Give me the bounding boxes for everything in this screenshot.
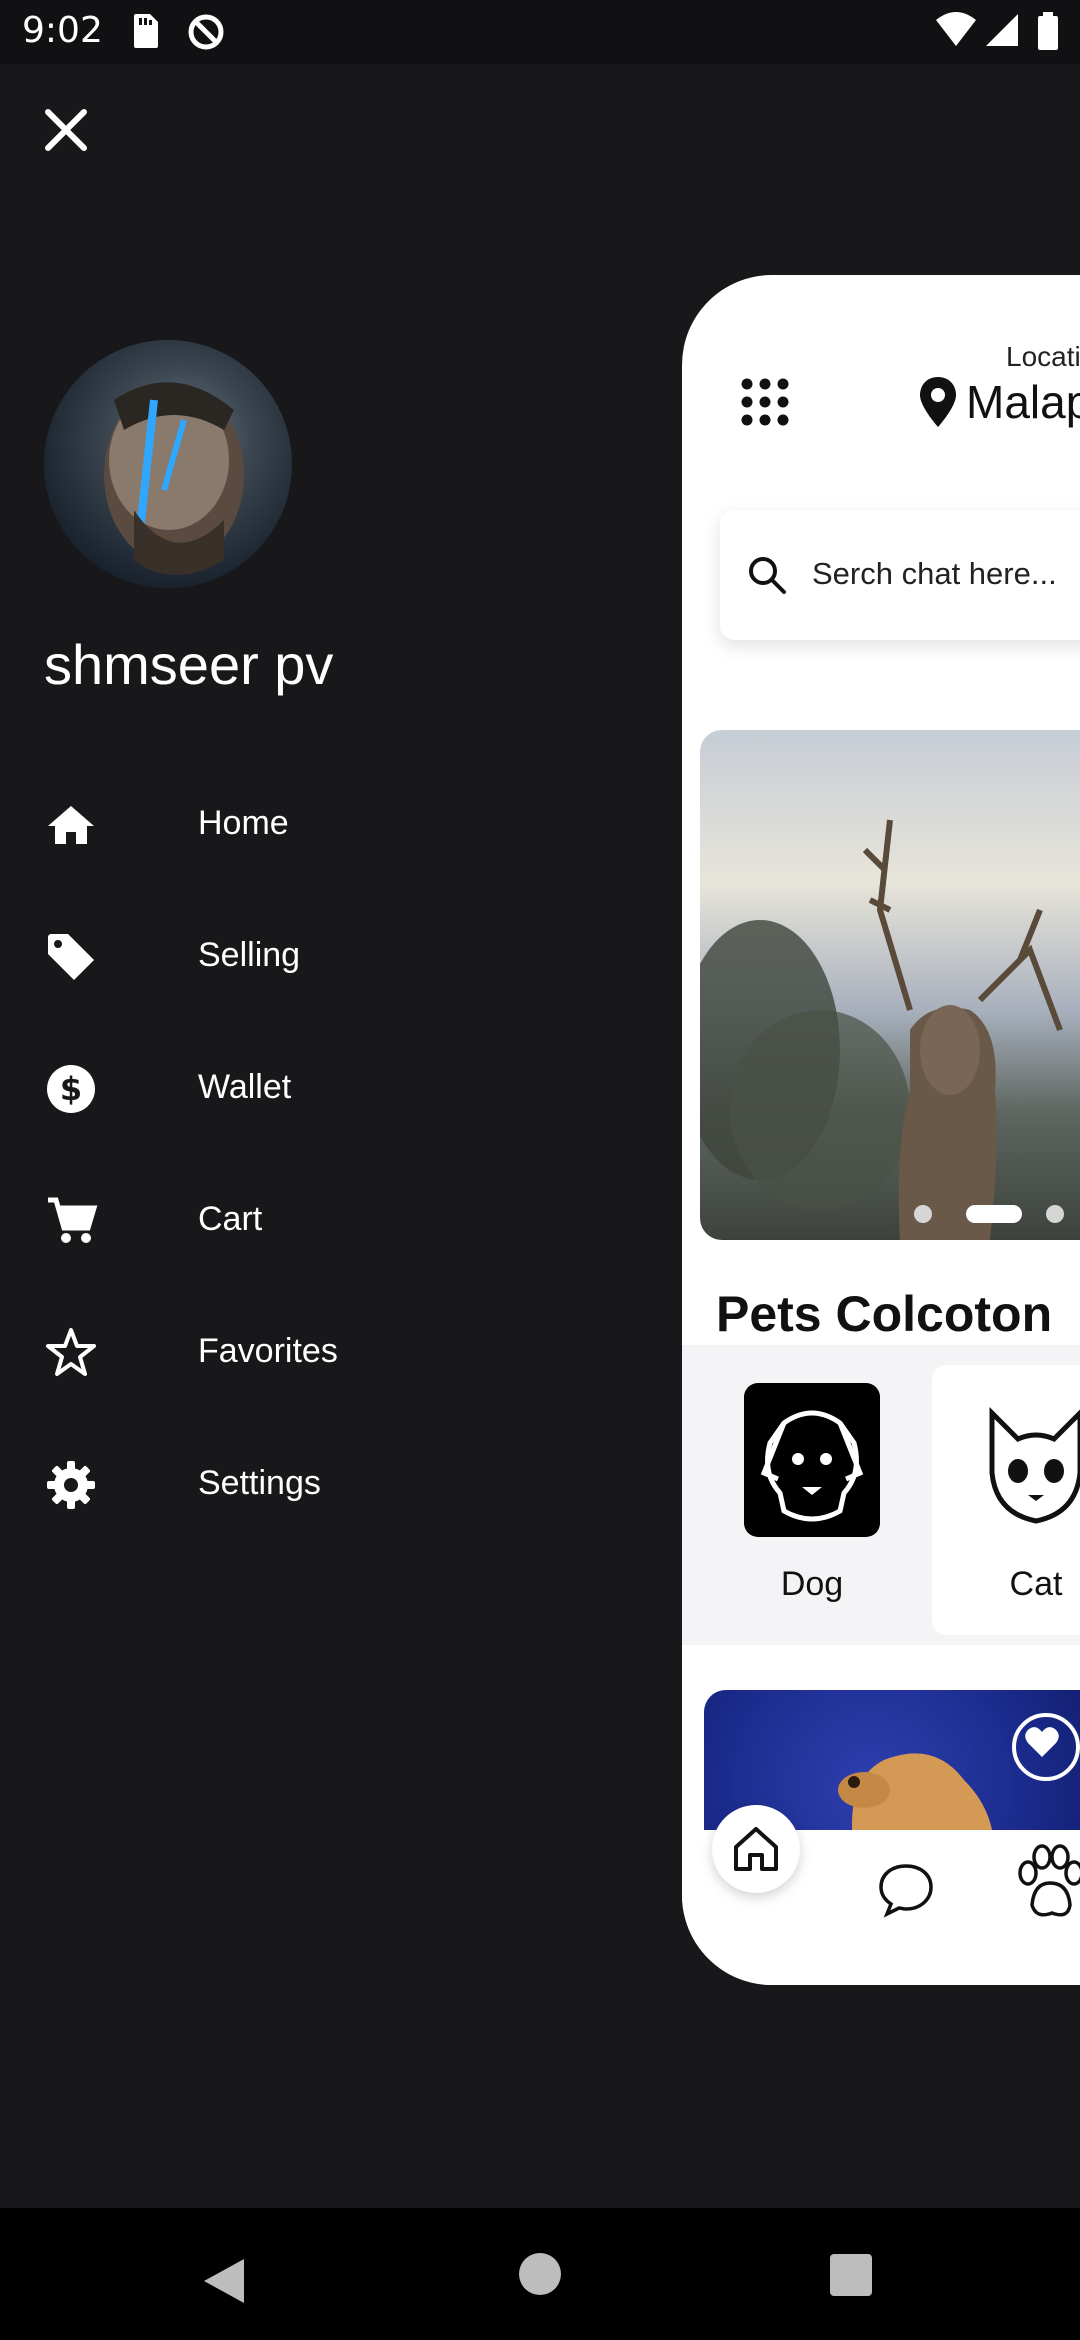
drawer-item-label: Home xyxy=(198,804,289,842)
grid-menu-icon[interactable] xyxy=(738,375,792,429)
drawer-item-settings[interactable]: Settings xyxy=(0,1428,640,1538)
avatar-photo xyxy=(104,382,244,575)
cat-icon xyxy=(989,1406,1080,1524)
sync-off-icon xyxy=(188,14,224,50)
drawer-item-label: Favorites xyxy=(198,1332,338,1370)
back-icon[interactable] xyxy=(200,2255,248,2307)
carousel-dot-active[interactable] xyxy=(966,1205,1022,1223)
category-label: Cat xyxy=(1009,1565,1063,1603)
status-time: 9:02 xyxy=(22,10,103,51)
drawer-item-wallet[interactable]: $ Wallet xyxy=(0,1032,640,1142)
drawer-item-label: Cart xyxy=(198,1200,263,1238)
drawer-item-label: Settings xyxy=(198,1464,321,1502)
drawer-item-label: Selling xyxy=(198,936,301,974)
section-title: Pets Colcoton xyxy=(716,1286,1053,1342)
drawer-item-label: Wallet xyxy=(198,1068,292,1106)
category-dog[interactable] xyxy=(744,1383,880,1537)
user-name: shmseer pv xyxy=(44,633,334,696)
deer-photo xyxy=(700,819,1063,1240)
dog-icon xyxy=(760,1410,864,1522)
recents-button[interactable] xyxy=(830,2254,872,2296)
main-screen-preview[interactable]: Locati Malap Serch chat here... Pets Col… xyxy=(682,275,1080,1985)
nav-home-button[interactable] xyxy=(712,1805,800,1893)
paw-icon[interactable] xyxy=(1012,1843,1080,1923)
sd-card-icon xyxy=(134,14,158,48)
close-icon[interactable] xyxy=(36,100,96,160)
home-outline-icon xyxy=(734,1827,778,1871)
search-placeholder: Serch chat here... xyxy=(812,556,1057,591)
system-home-button[interactable] xyxy=(519,2253,561,2295)
star-icon xyxy=(46,1328,96,1376)
status-bar: 9:02 xyxy=(0,0,1080,64)
svg-text:$: $ xyxy=(60,1070,82,1108)
drawer-item-favorites[interactable]: Favorites xyxy=(0,1296,640,1406)
signal-icon xyxy=(986,14,1018,46)
wifi-icon xyxy=(936,12,976,46)
search-input[interactable]: Serch chat here... xyxy=(720,510,1080,640)
drawer-item-cart[interactable]: Cart xyxy=(0,1164,640,1274)
location-value[interactable]: Malap xyxy=(966,375,1080,429)
carousel-dot[interactable] xyxy=(914,1205,932,1223)
home-icon xyxy=(48,806,94,844)
category-label: Dog xyxy=(780,1565,844,1603)
search-icon xyxy=(749,557,786,594)
category-cat[interactable] xyxy=(968,1383,1080,1537)
battery-icon xyxy=(1038,12,1058,50)
category-list: Dog Cat xyxy=(682,1345,1080,1645)
location-label: Locati xyxy=(1006,341,1080,372)
gear-icon xyxy=(47,1461,95,1509)
heart-icon xyxy=(1025,1727,1059,1757)
cart-icon xyxy=(48,1197,98,1243)
avatar[interactable] xyxy=(44,340,292,588)
banner-image[interactable] xyxy=(700,730,1080,1240)
dollar-icon: $ xyxy=(47,1065,95,1113)
location-pin-icon xyxy=(920,377,956,427)
drawer-item-home[interactable]: Home xyxy=(0,768,640,878)
tag-icon xyxy=(48,934,94,980)
favorite-button[interactable] xyxy=(1012,1713,1080,1781)
drawer-item-selling[interactable]: Selling xyxy=(0,900,640,1010)
carousel-dot[interactable] xyxy=(1046,1205,1064,1223)
chat-icon[interactable] xyxy=(877,1860,935,1918)
